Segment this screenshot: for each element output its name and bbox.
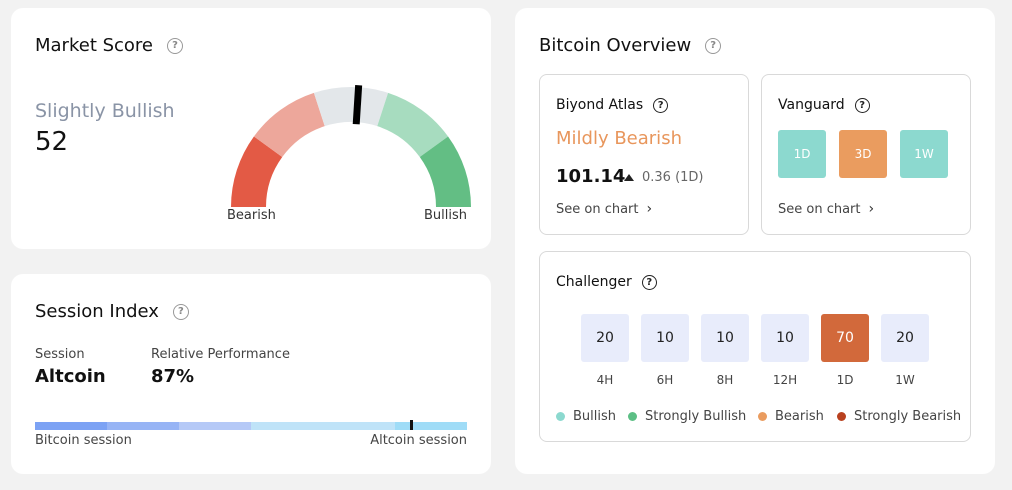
gauge-bearish-label: Bearish <box>227 208 276 223</box>
gauge-segment <box>313 87 389 127</box>
market-score-title-text: Market Score <box>35 35 154 56</box>
gauge-bullish-label: Bullish <box>424 208 468 223</box>
vanguard-see-on-chart-link[interactable]: See on chart › <box>778 201 874 217</box>
market-score-value: 52 <box>35 127 69 157</box>
challenger-cell-8h[interactable]: 10 <box>701 314 749 362</box>
legend-item: Strongly Bearish <box>837 409 961 424</box>
relative-performance-value: 87% <box>151 366 195 387</box>
market-score-card: Market Score ? Slightly Bullish 52 Beari… <box>11 8 491 249</box>
help-icon[interactable]: ? <box>172 303 189 320</box>
challenger-cell-12h[interactable]: 10 <box>761 314 809 362</box>
challenger-timeframe-label: 8H <box>716 373 734 387</box>
session-bar-segment <box>107 422 179 430</box>
session-index-bar <box>35 422 467 430</box>
challenger-timeframe-label: 12H <box>772 373 798 387</box>
challenger-cell-6h[interactable]: 10 <box>641 314 689 362</box>
chevron-right-icon: › <box>646 201 653 217</box>
atlas-price: 101.14 <box>556 166 626 187</box>
session-bar-segment <box>395 422 467 430</box>
help-icon[interactable]: ? <box>167 37 184 54</box>
biyond-atlas-title: Biyond Atlas ? <box>556 97 669 113</box>
arrow-up-icon <box>624 174 634 181</box>
session-value: Altcoin <box>35 366 106 387</box>
see-on-chart-text: See on chart <box>556 201 639 217</box>
challenger-cell-1d[interactable]: 70 <box>821 314 869 362</box>
session-index-card: Session Index ? Session Altcoin Relative… <box>11 274 491 474</box>
legend-dot-icon <box>758 412 767 421</box>
legend-item: Bullish <box>556 409 616 424</box>
market-sentiment: Slightly Bullish <box>35 100 175 122</box>
atlas-change: 0.36 (1D) <box>624 170 704 185</box>
vanguard-title-text: Vanguard <box>778 97 845 113</box>
session-bar-segment <box>35 422 107 430</box>
see-on-chart-text: See on chart <box>778 201 861 217</box>
relative-performance-label: Relative Performance <box>151 347 290 362</box>
legend-dot-icon <box>556 412 565 421</box>
legend-dot-icon <box>837 412 846 421</box>
bitcoin-overview-title: Bitcoin Overview ? <box>539 35 722 56</box>
legend-item: Strongly Bullish <box>628 409 746 424</box>
vanguard-title: Vanguard ? <box>778 97 870 113</box>
atlas-see-on-chart-link[interactable]: See on chart › <box>556 201 652 217</box>
challenger-timeframe-label: 1D <box>836 373 854 387</box>
legend-label: Strongly Bullish <box>645 409 747 424</box>
help-icon[interactable]: ? <box>854 97 870 113</box>
biyond-atlas-title-text: Biyond Atlas <box>556 97 644 113</box>
bitcoin-session-label: Bitcoin session <box>35 433 132 448</box>
legend-label: Strongly Bearish <box>854 409 962 424</box>
bitcoin-overview-title-text: Bitcoin Overview <box>539 35 692 56</box>
challenger-card: Challenger ? 20 4H 10 6H 10 8H 10 12H 70 1D 20 1W B… <box>539 251 971 442</box>
challenger-timeframe-label: 4H <box>596 373 614 387</box>
challenger-cell-4h[interactable]: 20 <box>581 314 629 362</box>
market-score-title: Market Score ? <box>35 35 184 56</box>
help-icon[interactable]: ? <box>641 274 657 290</box>
legend-item: Bearish <box>758 409 824 424</box>
market-score-gauge <box>231 85 471 207</box>
session-index-title: Session Index ? <box>35 301 189 322</box>
legend-label: Bullish <box>573 409 617 424</box>
challenger-timeframe-label: 6H <box>656 373 674 387</box>
vanguard-timeframe-1d[interactable]: 1D <box>778 130 826 178</box>
bitcoin-overview-card: Bitcoin Overview ? Biyond Atlas ? Mildly… <box>515 8 995 474</box>
biyond-atlas-card: Biyond Atlas ? Mildly Bearish 101.14 0.3… <box>539 74 749 235</box>
atlas-change-text: 0.36 (1D) <box>642 170 704 185</box>
session-bar-segment <box>179 422 251 430</box>
challenger-title: Challenger ? <box>556 274 657 290</box>
vanguard-card: Vanguard ? 1D 3D 1W See on chart › <box>761 74 971 235</box>
altcoin-session-label: Altcoin session <box>370 433 467 448</box>
help-icon[interactable]: ? <box>705 37 722 54</box>
atlas-sentiment: Mildly Bearish <box>556 128 682 149</box>
vanguard-timeframe-1w[interactable]: 1W <box>900 130 948 178</box>
gauge-needle <box>352 85 363 125</box>
session-bar-segment <box>251 422 395 430</box>
vanguard-timeframe-3d[interactable]: 3D <box>839 130 887 178</box>
legend-label: Bearish <box>775 409 824 424</box>
legend-dot-icon <box>628 412 637 421</box>
challenger-title-text: Challenger <box>556 274 632 290</box>
challenger-timeframe-label: 1W <box>895 373 915 387</box>
session-label: Session <box>35 347 85 362</box>
help-icon[interactable]: ? <box>653 97 669 113</box>
challenger-cell-1w[interactable]: 20 <box>881 314 929 362</box>
session-index-marker <box>409 420 413 430</box>
session-index-title-text: Session Index <box>35 301 159 322</box>
chevron-right-icon: › <box>868 201 875 217</box>
